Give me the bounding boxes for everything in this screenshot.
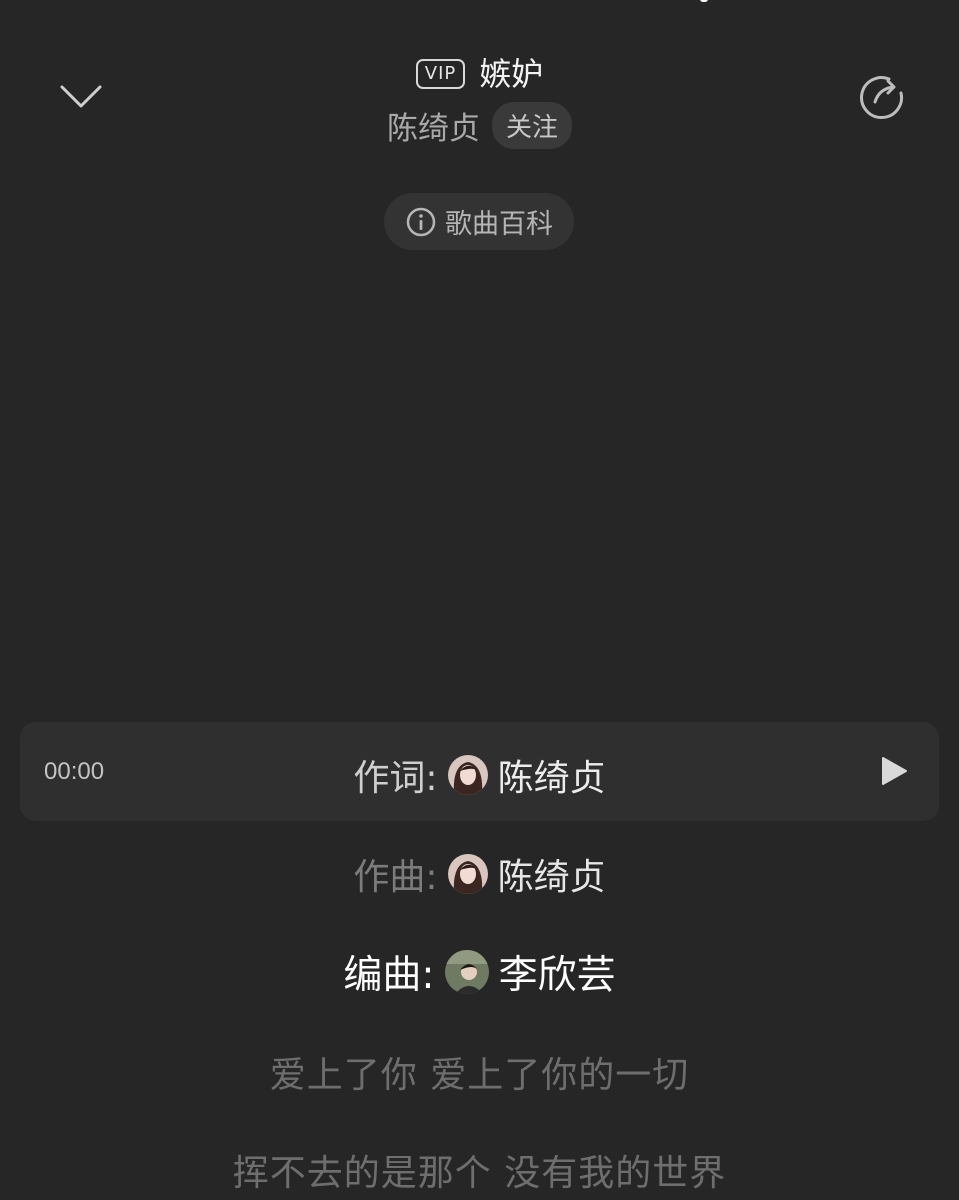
vip-badge: VIP — [415, 59, 466, 89]
credit-label: 作曲: — [353, 857, 438, 898]
avatar[interactable] — [447, 854, 488, 894]
artist-row: 陈绮贞 关注 — [0, 102, 959, 149]
credit-name[interactable]: 陈绮贞 — [498, 749, 606, 801]
avatar[interactable] — [447, 755, 488, 795]
song-wiki-label: 歌曲百科 — [445, 209, 553, 240]
lyric-line[interactable]: 挥不去的是那个 没有我的世界 — [0, 1144, 959, 1196]
song-title-row: VIP 嫉妒 — [0, 54, 959, 94]
share-button[interactable] — [857, 72, 909, 124]
avatar[interactable] — [444, 950, 489, 994]
composer-credit: 作曲: 陈绮贞 — [0, 848, 959, 900]
credit-name[interactable]: 李欣芸 — [499, 944, 616, 1000]
arranger-credit: 编曲: 李欣芸 — [0, 944, 959, 1000]
follow-button[interactable]: 关注 — [491, 102, 572, 149]
artist-name[interactable]: 陈绮贞 — [387, 103, 480, 148]
share-icon — [860, 76, 904, 120]
credit-name[interactable]: 陈绮贞 — [498, 848, 606, 900]
lyric-line[interactable]: 爱上了你 爱上了你的一切 — [0, 1046, 959, 1098]
credit-label: 编曲: — [343, 953, 435, 998]
credit-label: 作词: — [353, 758, 438, 799]
song-wiki-button[interactable]: 歌曲百科 — [384, 193, 574, 250]
info-icon — [406, 207, 436, 236]
song-title: 嫉妒 — [479, 55, 544, 93]
lyricist-credit: 作词: 陈绮贞 — [0, 749, 959, 801]
status-bar-fragment — [700, 0, 708, 2]
